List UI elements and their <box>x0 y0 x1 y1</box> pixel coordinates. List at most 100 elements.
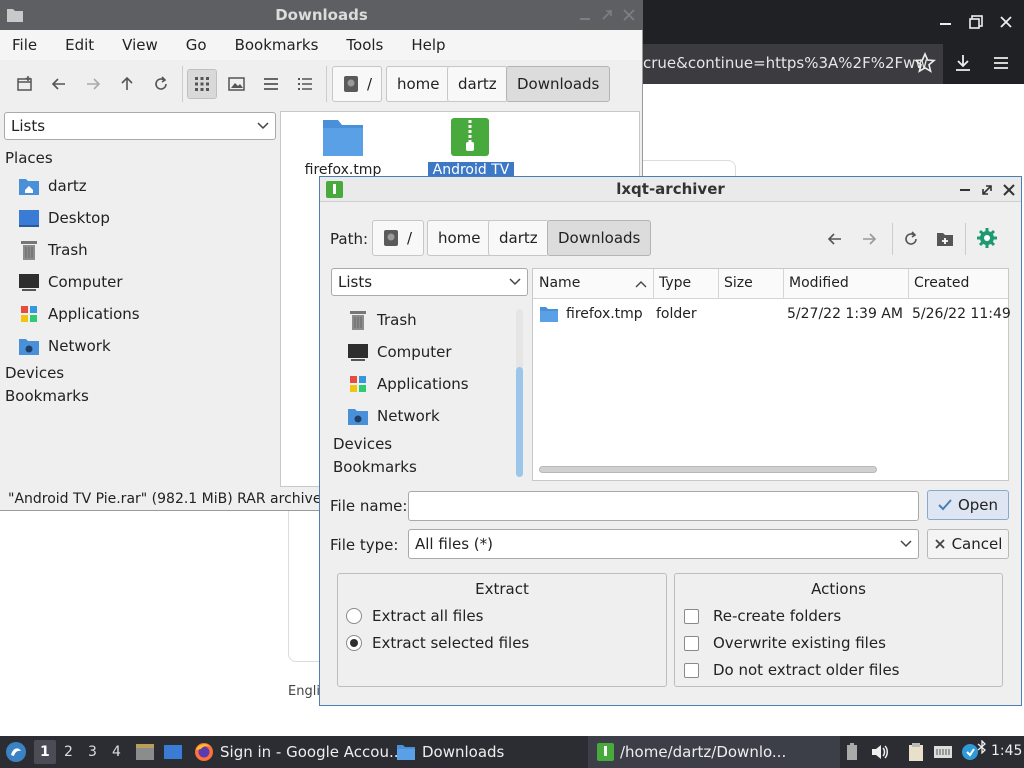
sidebar-item-computer[interactable]: Computer <box>347 341 452 363</box>
sidebar-item-network[interactable]: Network <box>18 335 111 357</box>
minimize-icon[interactable] <box>958 183 972 197</box>
maximize-icon[interactable] <box>966 12 990 36</box>
task-archiver[interactable]: /home/dartz/Downlo... <box>597 736 786 768</box>
maximize-icon[interactable] <box>980 183 994 197</box>
column-divider[interactable] <box>908 269 909 299</box>
battery-icon[interactable] <box>843 742 861 762</box>
forward-arrow-icon[interactable] <box>860 230 878 248</box>
icon-view-icon[interactable] <box>187 69 217 99</box>
file-type-select[interactable]: All files (*) <box>408 529 919 559</box>
side-pane-mode-select[interactable]: Lists <box>331 268 528 296</box>
path-root-button[interactable]: / <box>332 66 382 102</box>
sidebar-item-trash[interactable]: Trash <box>347 309 417 331</box>
new-tab-icon[interactable] <box>10 69 40 99</box>
column-divider[interactable] <box>783 269 784 299</box>
scrollbar-thumb[interactable] <box>516 367 523 477</box>
menu-file[interactable]: File <box>12 36 37 54</box>
extract-all-radio[interactable]: Extract all files <box>346 607 483 625</box>
clock[interactable]: 1:45 <box>991 743 1022 759</box>
bookmarks-heading[interactable]: Bookmarks <box>5 387 89 405</box>
menu-go[interactable]: Go <box>186 36 207 54</box>
checkbox-indicator[interactable] <box>684 662 699 678</box>
desktop-3[interactable]: 3 <box>88 744 97 760</box>
sidebar-item-network[interactable]: Network <box>347 405 440 427</box>
thumbnail-view-icon[interactable] <box>222 69 252 99</box>
detailed-list-icon[interactable] <box>290 69 320 99</box>
devices-heading[interactable]: Devices <box>5 364 64 382</box>
menu-view[interactable]: View <box>122 36 158 54</box>
column-header-size[interactable]: Size <box>724 275 753 291</box>
column-header-modified[interactable]: Modified <box>789 275 849 291</box>
path-home-button[interactable]: home <box>427 220 492 256</box>
menu-edit[interactable]: Edit <box>65 36 94 54</box>
download-icon[interactable] <box>952 52 976 76</box>
menu-help[interactable]: Help <box>411 36 445 54</box>
recreate-folders-checkbox[interactable]: Re-create folders <box>684 607 841 625</box>
maximize-icon[interactable] <box>600 8 614 22</box>
browser-url-bar[interactable]: crue&continue=https%3A%2F%2Fww <box>643 44 943 84</box>
path-downloads-button[interactable]: Downloads <box>506 66 611 102</box>
column-header-type[interactable]: Type <box>659 275 691 291</box>
open-button[interactable]: Open <box>927 490 1009 520</box>
overwrite-existing-checkbox[interactable]: Overwrite existing files <box>684 634 886 652</box>
file-name-input[interactable] <box>408 491 919 521</box>
column-divider[interactable] <box>653 269 654 299</box>
path-root-button[interactable]: / <box>372 220 424 256</box>
radio-indicator[interactable] <box>346 635 362 651</box>
horizontal-scrollbar[interactable] <box>539 466 877 473</box>
checkbox-indicator[interactable] <box>684 635 699 651</box>
clipboard-icon[interactable] <box>907 742 925 762</box>
cancel-button[interactable]: Cancel <box>927 529 1009 559</box>
up-arrow-icon[interactable] <box>112 69 142 99</box>
table-row[interactable]: firefox.tmp folder 5/27/22 1:39 AM 5/26/… <box>533 303 1011 329</box>
compact-view-icon[interactable] <box>256 69 286 99</box>
volume-icon[interactable] <box>870 742 890 762</box>
refresh-icon[interactable] <box>902 230 920 248</box>
sidebar-scrollbar[interactable] <box>516 309 523 477</box>
start-menu-icon[interactable] <box>5 741 27 763</box>
menu-bookmarks[interactable]: Bookmarks <box>235 36 319 54</box>
path-dartz-button[interactable]: dartz <box>488 220 549 256</box>
do-not-extract-older-checkbox[interactable]: Do not extract older files <box>684 661 900 679</box>
forward-arrow-icon[interactable] <box>78 69 108 99</box>
task-downloads[interactable]: Downloads <box>396 736 504 768</box>
desktop-2[interactable]: 2 <box>64 744 73 760</box>
new-folder-icon[interactable] <box>936 230 954 248</box>
column-header-name[interactable]: Name <box>539 275 580 291</box>
column-header-created[interactable]: Created <box>914 275 969 291</box>
file-item-android-tv[interactable]: Android TV <box>428 116 514 178</box>
sidebar-item-applications[interactable]: Applications <box>347 373 469 395</box>
show-desktop-icon[interactable] <box>163 742 183 762</box>
network-status-icon[interactable] <box>933 742 953 762</box>
devices-heading[interactable]: Devices <box>333 435 392 453</box>
path-downloads-button[interactable]: Downloads <box>547 220 652 256</box>
close-icon[interactable] <box>622 8 636 22</box>
sidebar-item-trash[interactable]: Trash <box>18 239 88 261</box>
sidebar-item-applications[interactable]: Applications <box>18 303 140 325</box>
checkbox-indicator[interactable] <box>684 608 699 624</box>
desktop-4[interactable]: 4 <box>112 744 121 760</box>
options-gear-icon[interactable] <box>976 227 998 249</box>
minimize-icon[interactable] <box>936 12 960 36</box>
task-firefox[interactable]: Sign in - Google Accou... <box>194 736 403 768</box>
column-divider[interactable] <box>718 269 719 299</box>
bookmark-star-icon[interactable] <box>914 52 938 76</box>
desktop-1[interactable]: 1 <box>40 744 50 760</box>
path-home-button[interactable]: home <box>386 66 451 102</box>
refresh-icon[interactable] <box>146 69 176 99</box>
side-pane-mode-select[interactable]: Lists <box>4 112 276 140</box>
radio-indicator[interactable] <box>346 608 362 624</box>
file-item-firefox-tmp[interactable]: firefox.tmp <box>300 116 386 178</box>
file-manager-launcher-icon[interactable] <box>135 742 155 762</box>
back-arrow-icon[interactable] <box>826 230 844 248</box>
close-icon[interactable] <box>996 12 1020 36</box>
sidebar-item-dartz[interactable]: dartz <box>18 175 87 197</box>
close-icon[interactable] <box>1002 183 1016 197</box>
back-arrow-icon[interactable] <box>44 69 74 99</box>
bluetooth-icon[interactable] <box>976 740 988 754</box>
sidebar-item-desktop[interactable]: Desktop <box>18 207 110 229</box>
path-dartz-button[interactable]: dartz <box>447 66 508 102</box>
sidebar-item-computer[interactable]: Computer <box>18 271 123 293</box>
menu-tools[interactable]: Tools <box>346 36 383 54</box>
extract-selected-radio[interactable]: Extract selected files <box>346 634 529 652</box>
